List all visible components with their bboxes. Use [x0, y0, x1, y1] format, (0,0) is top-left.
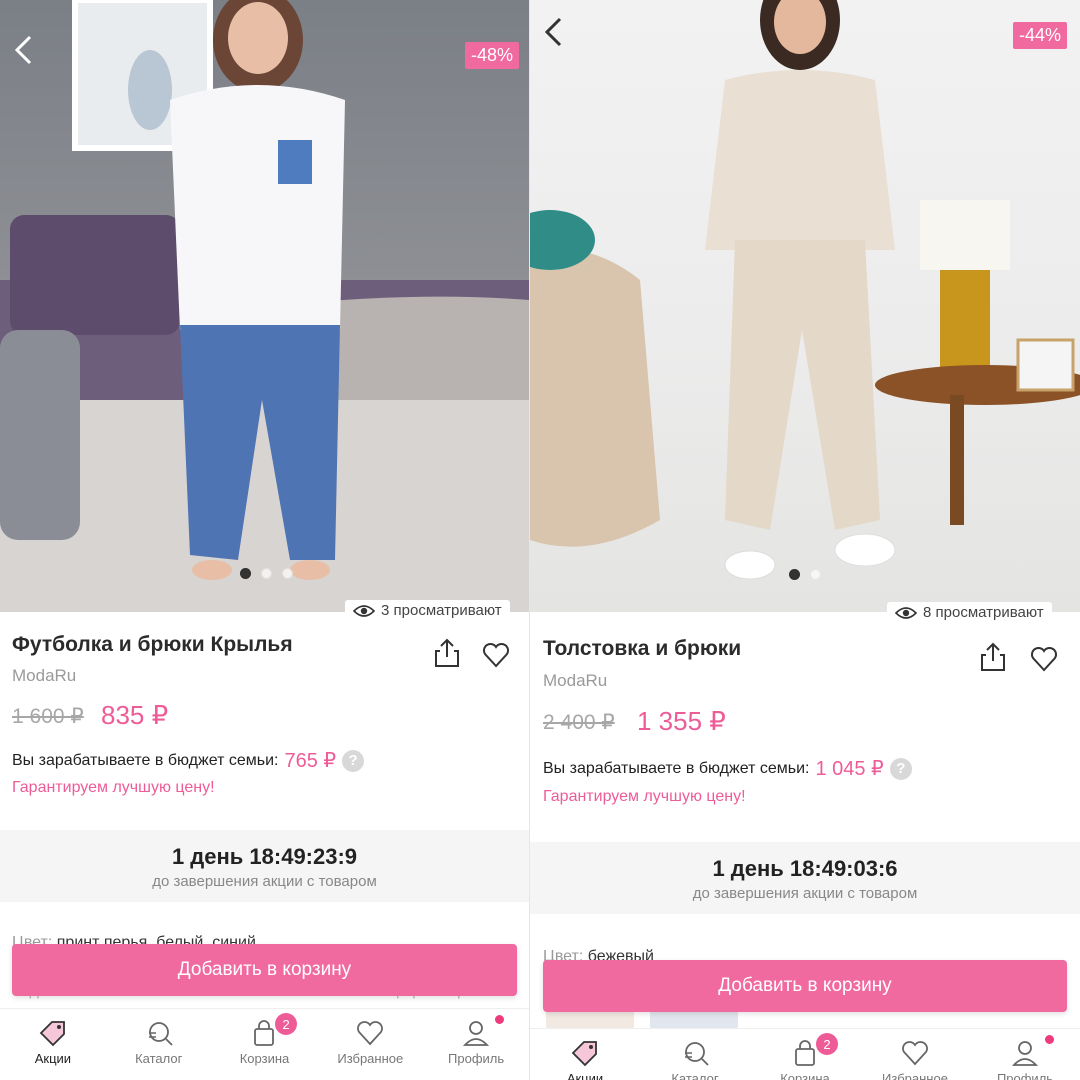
- pager-dot[interactable]: [261, 568, 272, 579]
- best-price-guarantee-link[interactable]: Гарантируем лучшую цену!: [543, 788, 746, 806]
- bottom-tab-bar: Акции Каталог Корзина 2 Избранное Профил…: [530, 1028, 1080, 1080]
- eye-icon: [895, 606, 917, 619]
- add-to-cart-button[interactable]: Добавить в корзину: [12, 944, 517, 996]
- favorite-heart-icon[interactable]: [1030, 644, 1058, 674]
- timer-countdown: 1 день 18:49:03:6: [712, 856, 898, 881]
- bottom-tab-bar: Акции Каталог Корзина 2 Избранное Профил…: [0, 1008, 529, 1080]
- timer-caption: до завершения акции с товаром: [692, 885, 918, 902]
- pager-dot[interactable]: [789, 569, 800, 580]
- heart-icon: [357, 1021, 384, 1046]
- sale-price: 1 355 ₽: [637, 706, 726, 736]
- timer-countdown: 1 день 18:49:23:9: [171, 844, 358, 869]
- tab-cart[interactable]: Корзина 2: [212, 1009, 318, 1080]
- pager-dot[interactable]: [240, 568, 251, 579]
- help-question-icon[interactable]: ?: [889, 757, 912, 780]
- product-screen-right: -44% 8 просматривают Толстовка и брюки M…: [530, 0, 1080, 1080]
- tab-label: Избранное: [337, 1051, 404, 1066]
- product-photo-illustration: [530, 0, 1080, 580]
- tab-profile[interactable]: Профиль: [970, 1029, 1080, 1080]
- image-pager-dots[interactable]: [240, 568, 293, 579]
- profile-notification-dot: [1044, 1035, 1054, 1044]
- tag-icon: [571, 1041, 597, 1067]
- catalog-search-icon: [685, 1042, 709, 1066]
- tab-label: Корзина: [239, 1051, 290, 1066]
- favorite-heart-icon[interactable]: [482, 640, 510, 670]
- tab-favorites[interactable]: Избранное: [860, 1029, 970, 1080]
- tab-label: Каталог: [671, 1071, 719, 1080]
- brand-name[interactable]: ModaRu: [543, 671, 607, 691]
- share-icon[interactable]: [979, 642, 1007, 672]
- discount-badge: -44%: [1013, 22, 1068, 49]
- old-price: 1 600 ₽: [12, 705, 84, 728]
- tab-label: Акции: [566, 1071, 604, 1080]
- tab-label: Избранное: [882, 1071, 948, 1080]
- profile-icon: [1011, 1041, 1039, 1066]
- viewers-badge: 8 просматривают: [887, 602, 1052, 623]
- product-title: Толстовка и брюки: [543, 637, 742, 660]
- brand-name[interactable]: ModaRu: [12, 666, 76, 686]
- tag-icon: [39, 1021, 65, 1047]
- tab-profile[interactable]: Профиль: [423, 1009, 529, 1080]
- share-icon[interactable]: [433, 638, 461, 668]
- add-to-cart-button[interactable]: Добавить в корзину: [543, 960, 1067, 1012]
- timer-caption: до завершения акции с товаром: [152, 873, 377, 890]
- best-price-guarantee-link[interactable]: Гарантируем лучшую цену!: [12, 779, 215, 797]
- tab-catalog[interactable]: Каталог: [106, 1009, 212, 1080]
- heart-icon: [902, 1041, 928, 1066]
- product-photo[interactable]: [0, 0, 529, 612]
- old-price: 2 400 ₽: [543, 711, 615, 734]
- tab-label: Профиль: [996, 1071, 1054, 1080]
- tab-label: Каталог: [135, 1051, 183, 1066]
- cart-count-badge: 2: [275, 1013, 298, 1035]
- back-chevron-icon[interactable]: [542, 16, 564, 48]
- family-budget-earn: Вы зарабатываете в бюджет семьи: 1 045 ₽…: [543, 756, 912, 781]
- sale-price: 835 ₽: [101, 700, 169, 730]
- back-chevron-icon[interactable]: [12, 34, 34, 66]
- tab-promotions[interactable]: Акции: [0, 1009, 106, 1080]
- family-budget-earn: Вы зарабатываете в бюджет семьи: 765 ₽ ?: [12, 748, 365, 773]
- profile-notification-dot: [495, 1015, 505, 1024]
- product-photo[interactable]: [530, 0, 1080, 612]
- help-question-icon[interactable]: ?: [342, 749, 365, 772]
- catalog-search-icon: [148, 1022, 173, 1046]
- product-title: Футболка и брюки Крылья: [12, 633, 293, 656]
- promo-timer: 1 день 18:49:03:6 до завершения акции с …: [530, 842, 1080, 914]
- discount-badge: -48%: [465, 42, 520, 69]
- earn-value: 765 ₽: [284, 750, 337, 772]
- pager-dot[interactable]: [810, 569, 821, 580]
- viewers-text: 8 просматривают: [923, 604, 1044, 621]
- earn-value: 1 045 ₽: [815, 758, 884, 780]
- image-pager-dots[interactable]: [789, 569, 821, 580]
- eye-icon: [353, 604, 375, 617]
- profile-icon: [463, 1021, 490, 1046]
- pager-dot[interactable]: [282, 568, 293, 579]
- viewers-text: 3 просматривают: [381, 602, 502, 619]
- product-screen-left: -48% 3 просматривают Футболка и брюки Кр…: [0, 0, 529, 1080]
- tab-promotions[interactable]: Акции: [530, 1029, 640, 1080]
- tab-cart[interactable]: Корзина 2: [750, 1029, 860, 1080]
- tab-label: Акции: [34, 1051, 72, 1066]
- earn-label: Вы зарабатываете в бюджет семьи:: [543, 759, 810, 777]
- product-photo-illustration: [0, 0, 529, 612]
- screen-pair: -48% 3 просматривают Футболка и брюки Кр…: [0, 0, 1080, 1080]
- tab-label: Корзина: [780, 1071, 830, 1080]
- earn-label: Вы зарабатываете в бюджет семьи:: [12, 751, 279, 769]
- tab-catalog[interactable]: Каталог: [640, 1029, 750, 1080]
- viewers-badge: 3 просматривают: [345, 600, 510, 621]
- tab-label: Профиль: [448, 1051, 505, 1066]
- cart-count-badge: 2: [816, 1033, 838, 1055]
- tab-favorites[interactable]: Избранное: [317, 1009, 423, 1080]
- promo-timer: 1 день 18:49:23:9 до завершения акции с …: [0, 830, 529, 902]
